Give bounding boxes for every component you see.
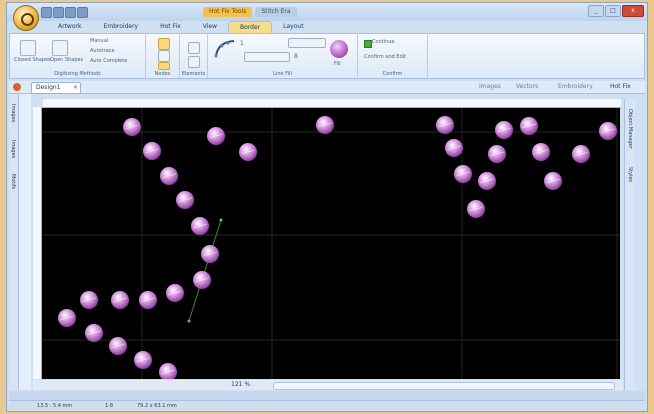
top-ruler	[43, 99, 621, 108]
smooth-node-icon[interactable]	[158, 62, 170, 70]
digitizing-group-label: Digitizing Methods	[54, 71, 101, 77]
auto-complete-option[interactable]: Auto Complete	[90, 58, 127, 65]
layer-vectors[interactable]: Vectors	[516, 83, 538, 90]
group-confirm: Continue Confirm and Edit Confirm	[358, 34, 428, 78]
closed-shapes-icon[interactable]	[20, 40, 36, 56]
confirm-edit-button[interactable]: Confirm and Edit	[364, 54, 406, 61]
window-controls: _ □ x	[588, 5, 644, 17]
app-title: Stitch Era	[255, 7, 297, 17]
layer-embroidery[interactable]: Embroidery	[558, 83, 593, 90]
left-panel-tabs: Images Images Motifs	[9, 94, 19, 390]
status-size: 79.2 x 63.1 mm	[137, 403, 177, 409]
continue-check-icon[interactable]	[364, 40, 372, 48]
horizontal-scrollbar[interactable]	[273, 382, 615, 390]
element-2-icon[interactable]	[188, 56, 200, 68]
minimize-button[interactable]: _	[588, 5, 604, 17]
zigzag-styles-strip[interactable]	[244, 52, 290, 62]
canvas-drawing	[42, 108, 620, 379]
status-position: 13.5 : 5.4 mm	[37, 403, 73, 409]
manual-option[interactable]: Manual	[90, 38, 108, 45]
line-fill-group-label: Line Fill	[273, 71, 292, 77]
tab-hot-fix[interactable]: Hot Fix	[149, 21, 192, 33]
right-tab-object-manager[interactable]: Object Manager	[627, 109, 633, 149]
title-bar: Hot Fix Tools Stitch Era _ □ x	[7, 3, 647, 21]
save-icon[interactable]	[41, 7, 52, 18]
close-button[interactable]: x	[622, 5, 644, 17]
fill-label[interactable]: Fill	[334, 61, 341, 68]
status-stitches: 1:8	[105, 403, 114, 409]
zoom-value[interactable]: 121 %	[231, 381, 250, 388]
elements-group-label: Elements	[181, 71, 206, 77]
continue-button[interactable]: Continue	[372, 39, 394, 46]
context-title: Hot Fix Tools	[203, 7, 253, 17]
print-icon[interactable]	[77, 7, 88, 18]
open-shapes-icon[interactable]	[52, 40, 68, 56]
bottom-bar: 121 %	[33, 380, 623, 390]
arc-line-icon[interactable]	[214, 38, 236, 58]
edit-handle-bottom[interactable]	[187, 319, 191, 323]
right-panel-tabs: Object Manager Styles	[624, 99, 635, 390]
left-ruler	[33, 107, 42, 379]
open-shapes-label[interactable]: Open Shapes	[50, 57, 83, 64]
left-tab-images[interactable]: Images	[10, 104, 16, 122]
maximize-button[interactable]: □	[605, 5, 621, 17]
layer-hot-fix[interactable]: Hot Fix	[610, 83, 631, 90]
line-style-strip[interactable]	[288, 38, 326, 48]
hot-fix-stone[interactable]	[159, 363, 177, 379]
hot-fix-stone-icon[interactable]	[330, 40, 348, 58]
tab-view[interactable]: View	[192, 21, 228, 33]
left-tab-images-2[interactable]: Images	[10, 140, 16, 158]
autotrace-option[interactable]: Autotrace	[90, 48, 115, 55]
layer-images[interactable]: Images	[479, 83, 501, 90]
tab-border[interactable]: Border	[228, 21, 273, 33]
group-line-fill: 1 8 Fill Line Fill	[208, 34, 358, 78]
close-tab-icon[interactable]: ×	[73, 84, 78, 91]
tool-strip	[19, 94, 31, 390]
tab-embroidery[interactable]: Embroidery	[92, 21, 149, 33]
edit-handle-top[interactable]	[219, 218, 223, 222]
redo-icon[interactable]	[65, 7, 76, 18]
group-nodes: Nodes	[146, 34, 180, 78]
closed-shapes-label[interactable]: Closed Shapes	[14, 57, 51, 64]
undo-icon[interactable]	[53, 7, 64, 18]
app-menu-button[interactable]	[13, 5, 39, 31]
status-bar: 13.5 : 5.4 mm 1:8 79.2 x 63.1 mm	[9, 400, 645, 411]
right-tab-styles[interactable]: Styles	[627, 167, 633, 182]
document-tab-label: Design1	[36, 84, 61, 91]
element-icon[interactable]	[188, 42, 200, 54]
document-tab[interactable]: Design1 ×	[31, 82, 81, 94]
nodes-group-label: Nodes	[154, 71, 171, 77]
document-bar: Design1 × Images Vectors Embroidery Hot …	[9, 81, 645, 94]
count-value[interactable]: 8	[294, 53, 298, 60]
ribbon: Closed Shapes Open Shapes Manual Autotra…	[9, 33, 645, 79]
left-tab-motifs[interactable]: Motifs	[10, 174, 16, 189]
confirm-group-label: Confirm	[382, 71, 403, 77]
tab-artwork[interactable]: Artwork	[47, 21, 92, 33]
tool-options-bar	[9, 391, 645, 400]
design-canvas[interactable]	[42, 108, 620, 379]
spacing-value[interactable]: 1	[240, 40, 244, 47]
window-title: Hot Fix Tools Stitch Era	[203, 7, 297, 17]
group-elements: Elements	[180, 34, 208, 78]
ribbon-tabs: Artwork Embroidery Hot Fix View Border L…	[37, 21, 315, 33]
tab-layout[interactable]: Layout	[272, 21, 314, 33]
group-digitizing-methods: Closed Shapes Open Shapes Manual Autotra…	[10, 34, 146, 78]
corner-node-icon[interactable]	[158, 38, 170, 50]
app-window: Hot Fix Tools Stitch Era _ □ x Artwork E…	[6, 2, 648, 412]
design-icon	[13, 83, 21, 91]
curve-node-icon[interactable]	[158, 50, 170, 62]
